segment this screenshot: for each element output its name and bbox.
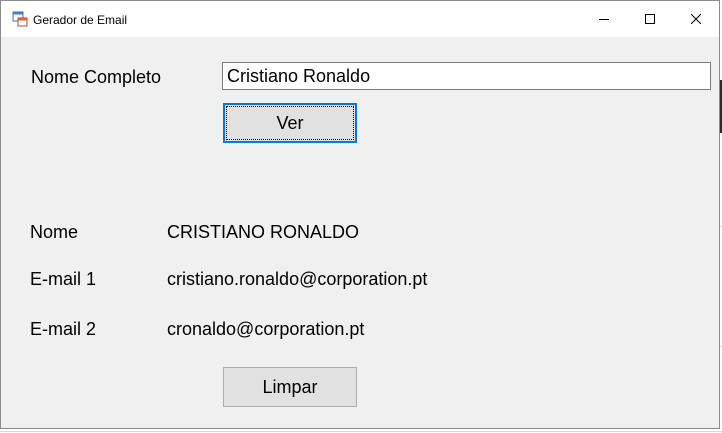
email2-label: E-mail 2 [30,319,97,339]
email2-value: cronaldo@corporation.pt [167,319,365,339]
name-value: CRISTIANO RONALDO [167,222,360,242]
background-divider [0,431,722,432]
full-name-input[interactable] [222,62,711,90]
title-bar[interactable]: Gerador de Email [1,1,719,37]
maximize-icon [645,14,655,24]
close-button[interactable] [673,1,719,37]
app-window: Gerador de Email Nome Completo Ver Nome … [0,0,720,429]
email1-value: cristiano.ronaldo@corporation.pt [167,269,428,289]
clear-button[interactable]: Limpar [223,367,357,407]
app-icon [12,11,28,27]
name-label: Nome [30,222,79,242]
full-name-label: Nome Completo [31,67,162,87]
minimize-button[interactable] [581,1,627,37]
minimize-icon [599,19,609,20]
close-icon [691,14,701,24]
view-button[interactable]: Ver [223,103,357,143]
window-title: Gerador de Email [33,13,128,27]
email1-label: E-mail 1 [30,269,97,289]
maximize-button[interactable] [627,1,673,37]
